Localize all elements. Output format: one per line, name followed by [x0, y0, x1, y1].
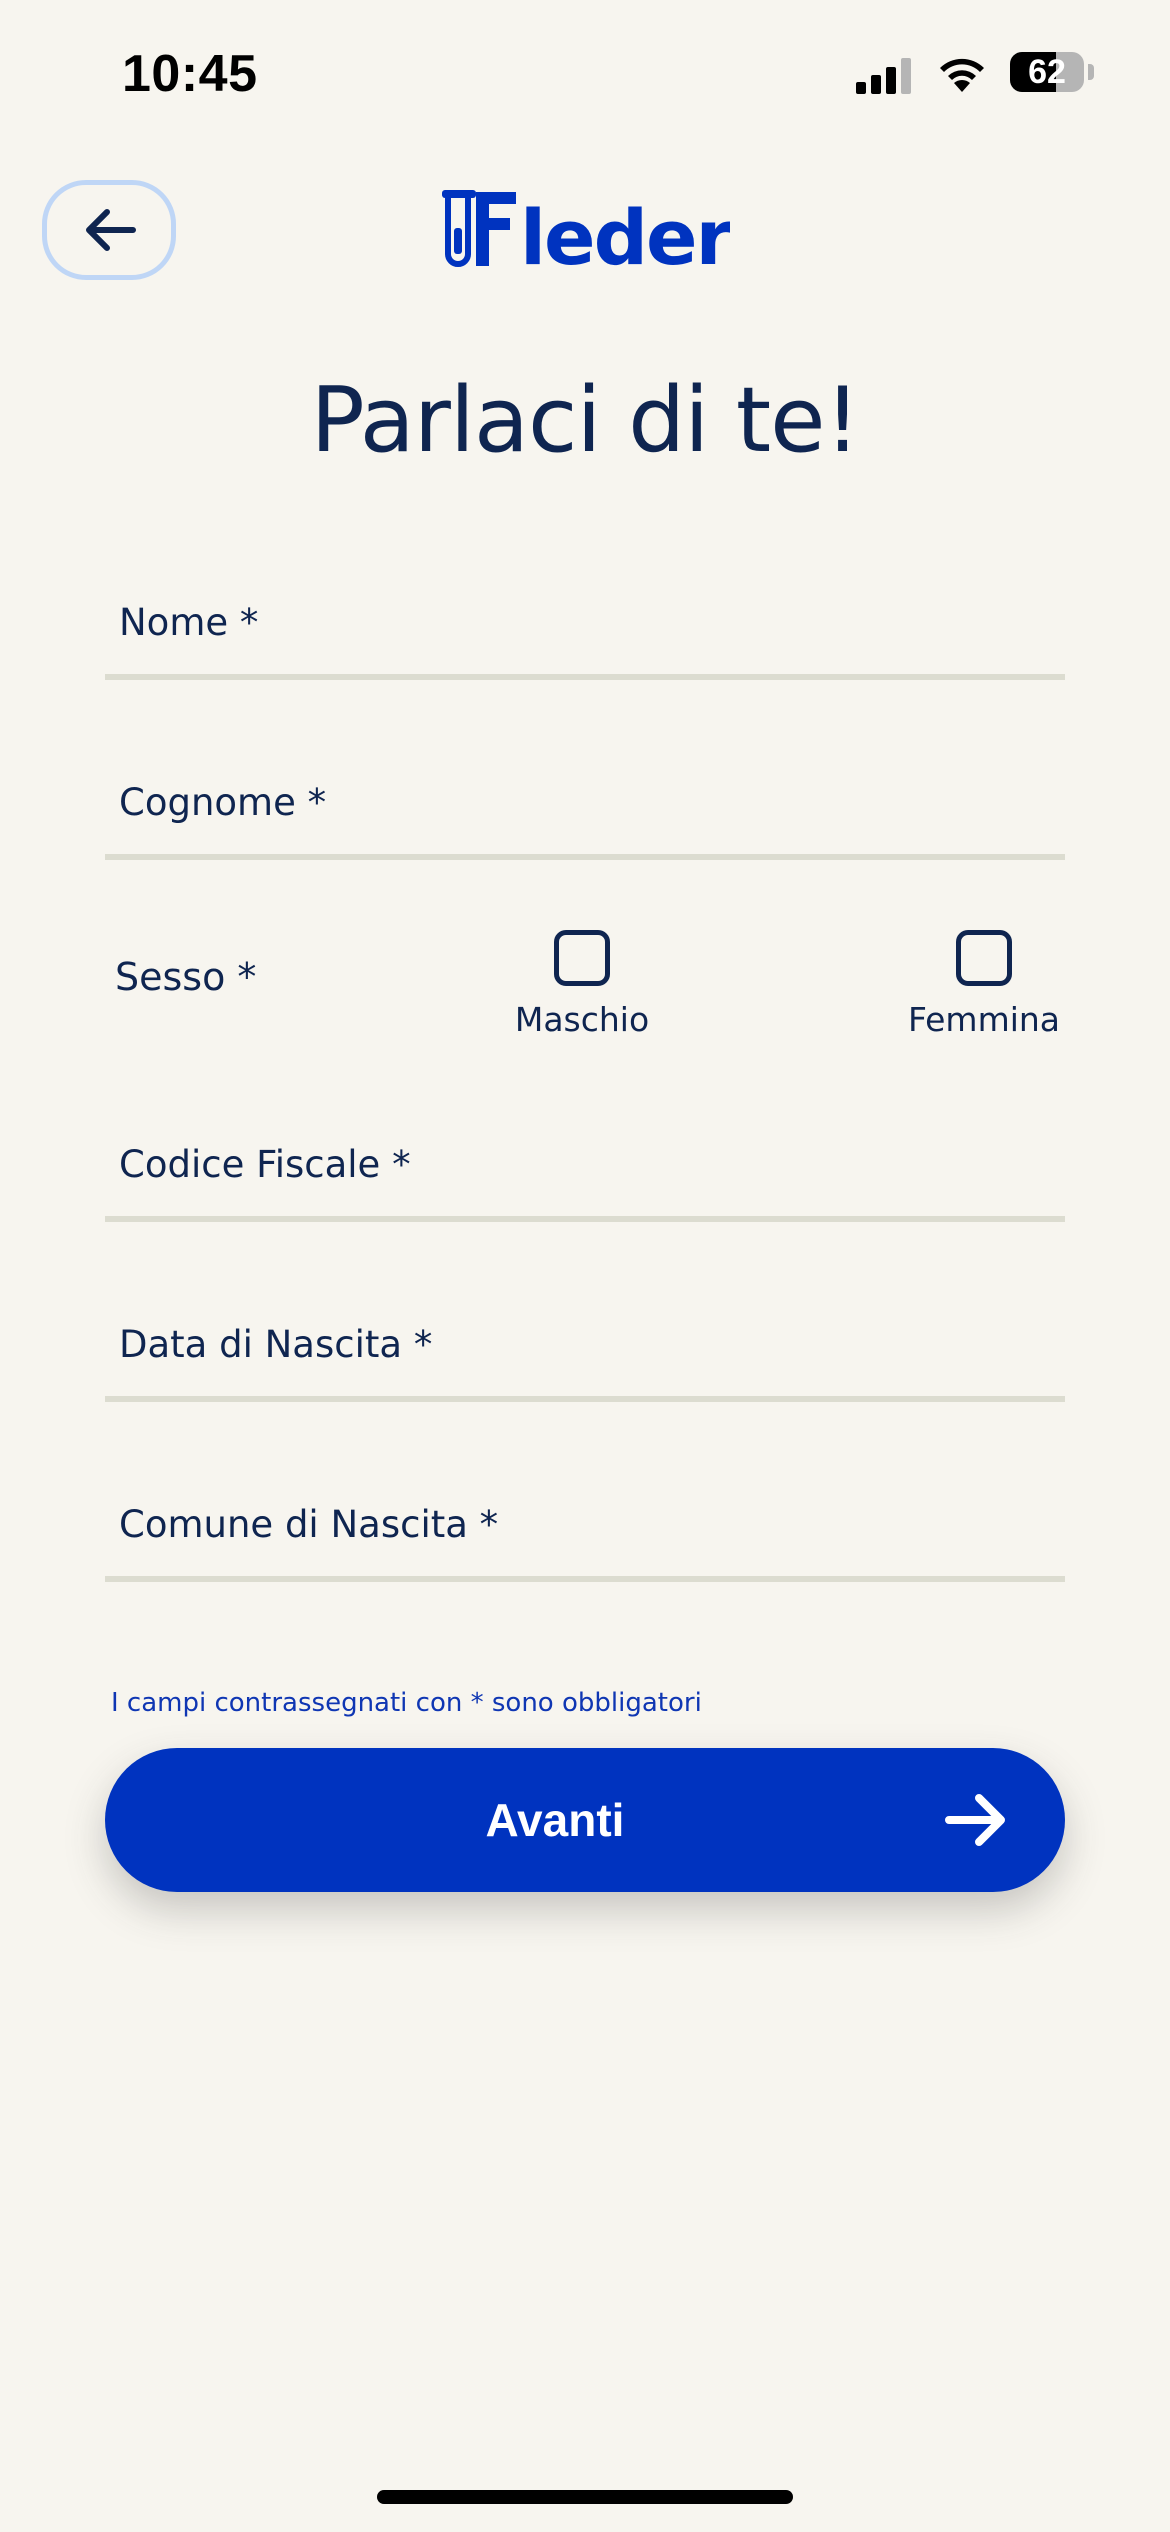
cognome-field — [105, 750, 1065, 860]
maschio-checkbox[interactable] — [554, 930, 610, 986]
comune-nascita-field — [105, 1472, 1065, 1582]
avanti-label: Avanti — [485, 1794, 625, 1846]
fleder-logo: leder — [442, 190, 730, 270]
cellular-signal-icon — [856, 58, 911, 94]
arrow-left-icon — [86, 209, 136, 251]
avanti-button[interactable]: Avanti — [105, 1748, 1065, 1892]
logo-text: leder — [520, 193, 730, 270]
femmina-option[interactable]: Femmina — [884, 930, 1084, 1039]
sesso-label: Sesso * — [115, 955, 257, 999]
data-nascita-field — [105, 1292, 1065, 1402]
maschio-label: Maschio — [514, 1000, 650, 1039]
status-time: 10:45 — [122, 45, 258, 103]
battery-icon: 62 — [1010, 52, 1084, 92]
cognome-input[interactable] — [105, 750, 1065, 854]
home-indicator[interactable] — [377, 2490, 793, 2504]
codice-fiscale-input[interactable] — [105, 1112, 1065, 1216]
required-note: I campi contrassegnati con * sono obblig… — [111, 1688, 702, 1718]
codice-fiscale-field — [105, 1112, 1065, 1222]
wifi-icon — [940, 58, 984, 92]
arrow-right-icon — [945, 1794, 1005, 1846]
page-title: Parlaci di te! — [310, 368, 860, 473]
nome-field — [105, 570, 1065, 680]
battery-level: 62 — [1028, 53, 1066, 91]
battery-tip — [1088, 64, 1094, 80]
comune-nascita-input[interactable] — [105, 1472, 1065, 1576]
femmina-checkbox[interactable] — [956, 930, 1012, 986]
status-icons: 62 — [850, 52, 1094, 98]
maschio-option[interactable]: Maschio — [482, 930, 682, 1039]
nome-input[interactable] — [105, 570, 1065, 674]
data-nascita-input[interactable] — [105, 1292, 1065, 1396]
back-button[interactable] — [42, 180, 176, 280]
femmina-label: Femmina — [907, 1000, 1061, 1039]
